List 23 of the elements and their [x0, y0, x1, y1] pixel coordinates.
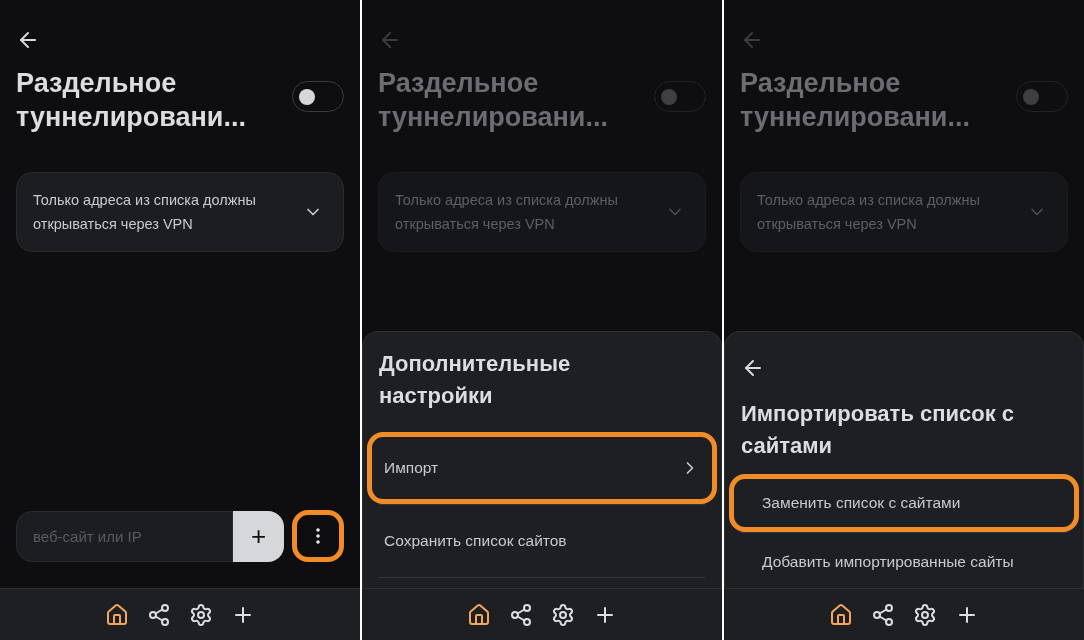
menu-item[interactable]: Добавить импортированные сайты: [729, 533, 1079, 588]
page-title: Раздельное туннелировани...: [378, 67, 609, 134]
website-field[interactable]: веб-сайт или IP: [16, 510, 233, 562]
page-title: Раздельное туннелировани...: [16, 67, 247, 134]
home-icon[interactable]: [829, 602, 853, 627]
home-icon[interactable]: [105, 602, 129, 627]
settings-icon[interactable]: [551, 602, 575, 627]
settings-icon[interactable]: [913, 602, 937, 627]
share-icon[interactable]: [147, 602, 171, 627]
settings-icon[interactable]: [189, 602, 213, 627]
add-button[interactable]: +: [233, 510, 284, 562]
menu-item[interactable]: Сохранить список сайтов: [367, 505, 717, 577]
mode-dropdown[interactable]: Только адреса из списка должны открываться через VPN: [16, 172, 344, 252]
more-button[interactable]: [292, 510, 344, 562]
page-title: Раздельное туннелировани...: [740, 67, 971, 134]
more-icon: [316, 528, 320, 544]
share-icon[interactable]: [871, 602, 895, 627]
menu-item[interactable]: Импорт: [367, 432, 717, 504]
sheet-title: Дополнительные настройки: [379, 350, 572, 410]
share-icon[interactable]: [509, 602, 533, 627]
home-icon[interactable]: [467, 602, 491, 627]
menu-item[interactable]: Заменить список с сайтами: [729, 474, 1079, 532]
sheet-title: Импортировать список с сайтами: [741, 400, 1016, 460]
